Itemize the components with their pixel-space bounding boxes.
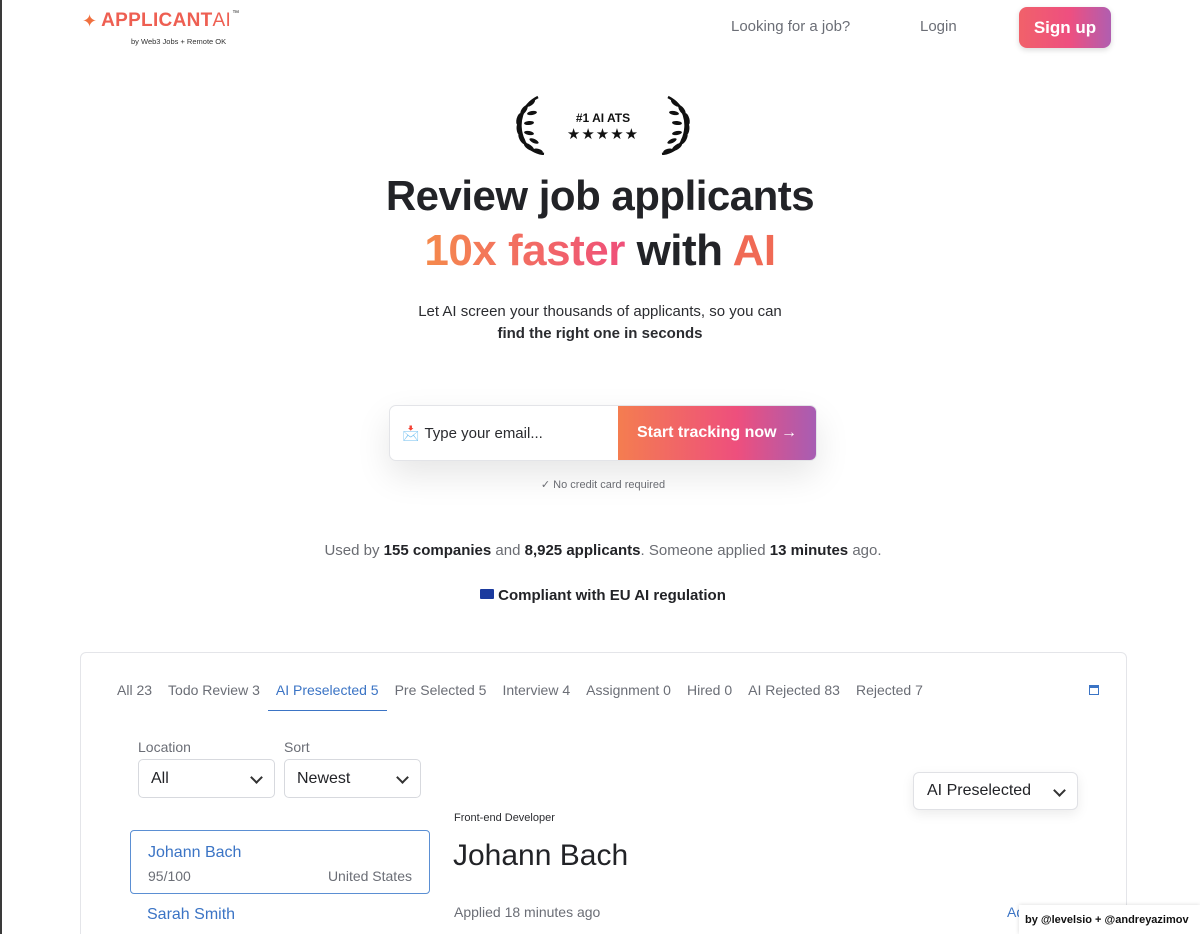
signup-form: 📩 Start tracking now →	[389, 405, 817, 461]
email-field[interactable]: 📩	[390, 406, 618, 460]
logo[interactable]: ✦ APPLICANTAI ™ by Web3 Jobs + Remote OK	[82, 10, 239, 46]
applicant-list-item[interactable]: Sarah Smith	[130, 894, 430, 934]
tab-ai-preselected[interactable]: AI Preselected 5	[267, 681, 387, 711]
signup-button[interactable]: Sign up	[1019, 7, 1111, 48]
tab-assignment[interactable]: Assignment 0	[578, 681, 679, 711]
logo-ai: AI	[212, 10, 232, 31]
location-select[interactable]: All	[138, 759, 275, 798]
start-tracking-button[interactable]: Start tracking now →	[618, 406, 816, 460]
envelope-icon: 📩	[402, 424, 420, 441]
status-select[interactable]: AI Preselected	[913, 772, 1078, 810]
usage-stats: Used by 155 companies and 8,925 applican…	[324, 542, 882, 559]
last-applied-time: 13 minutes	[769, 542, 849, 559]
tab-todo-review[interactable]: Todo Review 3	[160, 681, 268, 711]
applicant-name: Johann Bach	[148, 844, 242, 861]
location-value: All	[151, 769, 169, 787]
award-badge: #1 AI ATS ★★★★★	[514, 95, 692, 157]
tab-all[interactable]: All 23	[117, 681, 160, 711]
chevron-down-icon	[250, 771, 263, 784]
logo-subtitle: by Web3 Jobs + Remote OK	[131, 37, 227, 46]
hero-headline-line2: 10x faster with AI	[0, 226, 1200, 276]
status-value: AI Preselected	[927, 782, 1032, 799]
sort-select[interactable]: Newest	[284, 759, 421, 798]
hero-headline-line1: Review job applicants	[385, 172, 815, 219]
detail-applied-time: Applied 18 minutes ago	[454, 904, 601, 920]
companies-count: 155 companies	[383, 542, 492, 559]
badge-title: #1 AI ATS	[575, 111, 631, 125]
chevron-down-icon	[1053, 784, 1066, 797]
hero-subtitle-line2: find the right one in seconds	[497, 325, 703, 342]
hero-ai: AI	[732, 226, 777, 275]
detail-role: Front-end Developer	[454, 812, 555, 824]
email-input[interactable]	[424, 424, 615, 442]
chevron-down-icon	[396, 771, 409, 784]
applicants-count: 8,925 applicants	[524, 542, 641, 559]
location-label: Location	[138, 739, 191, 755]
sort-label: Sort	[284, 739, 310, 755]
logo-brand: APPLICANTAI	[101, 10, 232, 31]
applicant-location: United States	[327, 868, 412, 884]
hero-with: with	[624, 226, 733, 275]
applicant-list-item[interactable]: Johann Bach 95/100 United States	[130, 830, 430, 894]
nav-looking-for-job-link[interactable]: Looking for a job?	[731, 18, 850, 35]
no-credit-card-note: ✓ No credit card required	[540, 479, 666, 491]
hero-highlight: 10x faster	[424, 226, 625, 275]
nav-login-link[interactable]: Login	[920, 18, 957, 35]
tab-interview[interactable]: Interview 4	[494, 681, 578, 711]
applicant-name: Sarah Smith	[147, 906, 236, 923]
eu-flag-icon	[480, 589, 495, 600]
calendar-icon[interactable]	[1089, 685, 1099, 695]
applicant-score: 95/100	[148, 868, 191, 884]
logo-trademark: ™	[232, 10, 240, 17]
hero-subtitle-line1: Let AI screen your thousands of applican…	[418, 303, 782, 320]
tab-hired[interactable]: Hired 0	[679, 681, 740, 711]
eu-compliance: Compliant with EU AI regulation	[0, 587, 1200, 604]
credit-overlay[interactable]: by @levelsio + @andreyazimov	[1019, 905, 1200, 934]
tab-ai-rejected[interactable]: AI Rejected 83	[740, 681, 848, 711]
tab-pre-selected[interactable]: Pre Selected 5	[387, 681, 495, 711]
eu-compliance-text: Compliant with EU AI regulation	[498, 587, 726, 604]
demo-dashboard: All 23 Todo Review 3 AI Preselected 5 Pr…	[80, 652, 1127, 934]
badge-stars: ★★★★★	[566, 126, 640, 143]
detail-name: Johann Bach	[453, 839, 629, 872]
sort-value: Newest	[297, 769, 351, 787]
sparkle-icon: ✦	[82, 11, 98, 31]
status-tabs: All 23 Todo Review 3 AI Preselected 5 Pr…	[117, 681, 931, 711]
tab-rejected[interactable]: Rejected 7	[848, 681, 931, 711]
window-edge	[0, 0, 2, 934]
